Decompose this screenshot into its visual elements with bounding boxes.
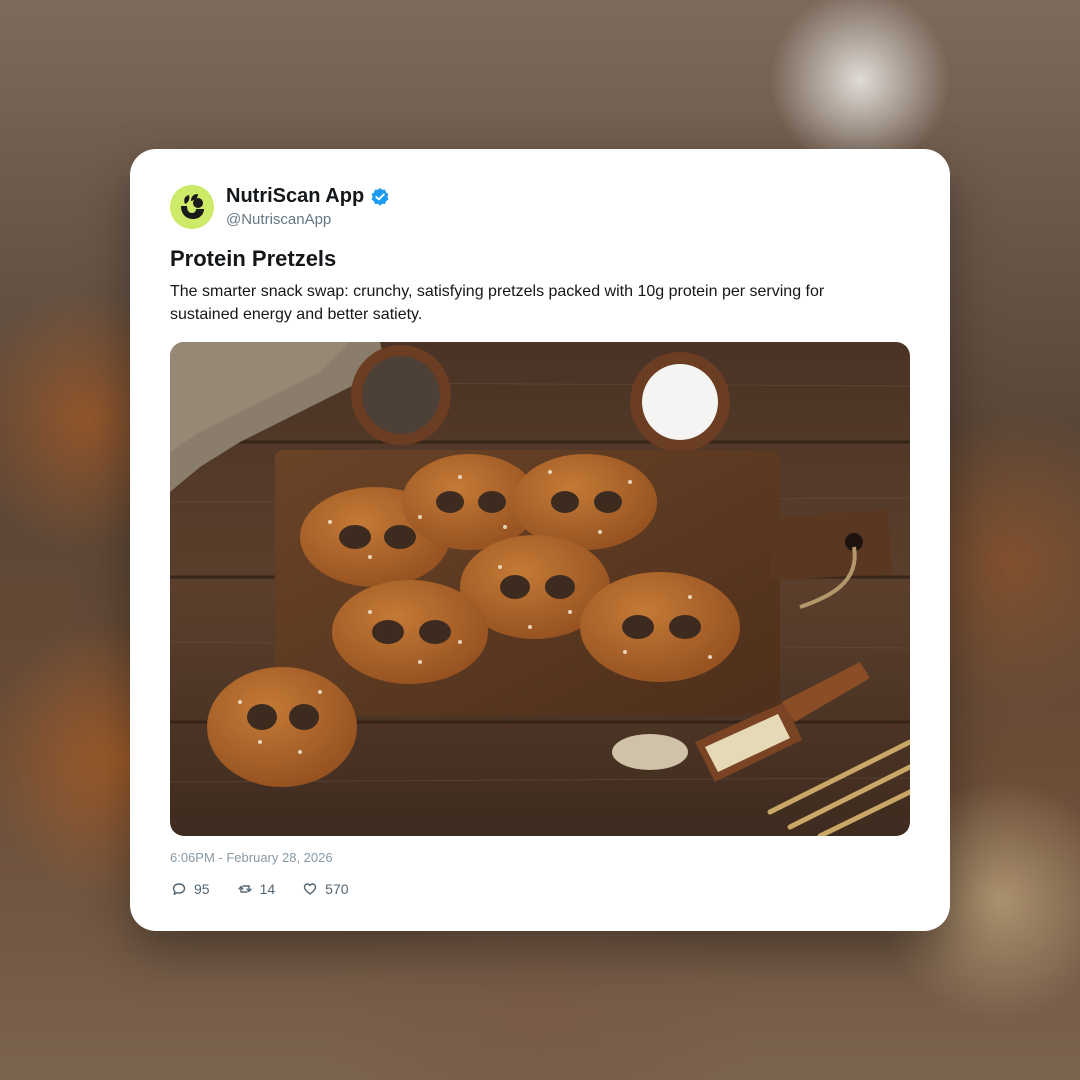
post-title: Protein Pretzels (170, 246, 337, 271)
post-image[interactable] (170, 342, 910, 836)
retweet-icon (237, 885, 252, 893)
author-name[interactable]: NutriScan App (226, 185, 364, 208)
post-timestamp[interactable]: 6:06PM - February 28, 2026 (170, 850, 333, 865)
retweet-count: 14 (259, 881, 276, 897)
reply-button[interactable]: 95 (172, 881, 210, 897)
post-text: The smarter snack swap: crunchy, satisfy… (170, 283, 825, 323)
author-handle[interactable]: @NutriscanApp (226, 211, 331, 228)
like-button[interactable]: 570 (303, 881, 349, 897)
author-avatar[interactable] (170, 185, 214, 229)
reply-count: 95 (194, 881, 210, 897)
author-name-row: NutriScan App (226, 185, 390, 208)
retweet-button[interactable]: 14 (237, 881, 276, 897)
pretzels-photo (170, 342, 910, 836)
engagement-bar: 95 14 570 (172, 881, 349, 897)
verified-badge-icon (371, 187, 389, 206)
heart-icon (303, 883, 317, 895)
reply-icon (172, 883, 186, 895)
nutriscan-logo-icon (170, 185, 214, 229)
tweet-card: NutriScan App @NutriscanApp Protein Pret… (130, 149, 950, 931)
like-count: 570 (325, 881, 349, 897)
